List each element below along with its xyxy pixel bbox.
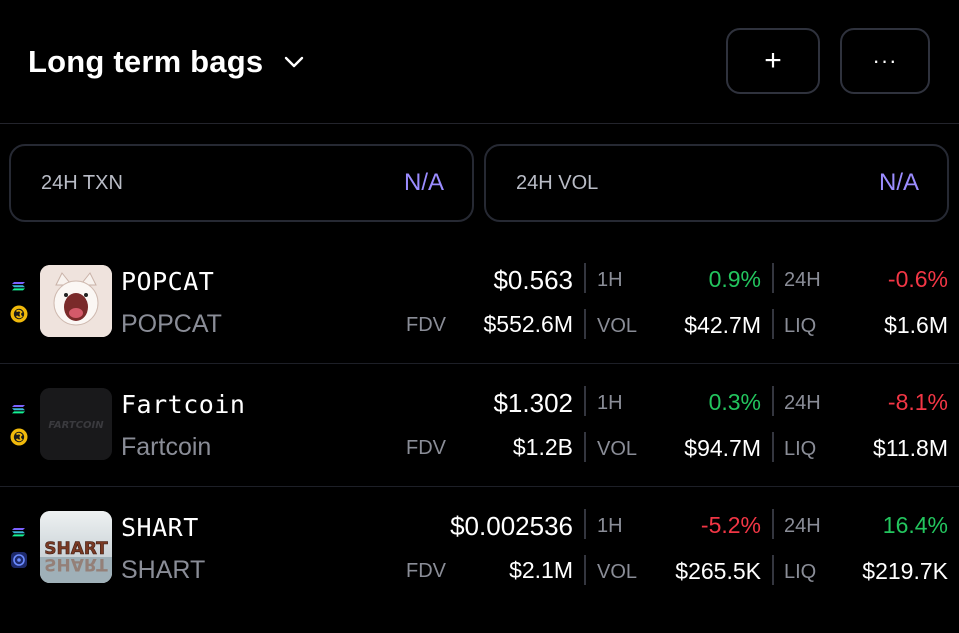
token-name: SHART bbox=[121, 556, 206, 584]
divider bbox=[772, 432, 774, 462]
stat-card-24h-vol: 24H VOL N/A bbox=[484, 144, 949, 222]
change-1h: 0.9% bbox=[708, 266, 761, 292]
stat-label: 24H TXN bbox=[41, 171, 123, 194]
chevron-down-icon bbox=[285, 56, 304, 68]
change-24h: -0.6% bbox=[887, 266, 948, 292]
popcat-logo bbox=[40, 265, 112, 337]
24h-label: 24H bbox=[784, 515, 821, 537]
more-options-button[interactable]: ··· bbox=[840, 28, 930, 94]
fdv-label: FDV bbox=[406, 560, 446, 582]
raydium-icon bbox=[10, 428, 28, 446]
divider bbox=[584, 555, 586, 585]
vol-label: VOL bbox=[597, 561, 638, 583]
svg-text:FARTCOIN: FARTCOIN bbox=[48, 420, 104, 431]
token-price: $0.563 bbox=[493, 265, 573, 295]
add-button[interactable]: + bbox=[726, 28, 820, 94]
volume: $42.7M bbox=[684, 312, 761, 338]
volume: $94.7M bbox=[684, 435, 761, 461]
token-name: POPCAT bbox=[121, 310, 222, 338]
raydium-icon bbox=[10, 305, 28, 323]
divider bbox=[584, 509, 586, 539]
change-1h: 0.3% bbox=[708, 389, 761, 415]
divider bbox=[584, 309, 586, 339]
stat-value: N/A bbox=[878, 169, 919, 196]
shart-logo: SHART SHART bbox=[40, 511, 112, 583]
token-symbol: SHART bbox=[121, 513, 199, 542]
divider bbox=[772, 386, 774, 416]
shart-logo-icon: SHART SHART bbox=[40, 511, 112, 583]
pumpswap-icon bbox=[11, 552, 27, 568]
fartcoin-logo: FARTCOIN bbox=[40, 388, 112, 460]
divider bbox=[772, 309, 774, 339]
popcat-face-icon bbox=[40, 265, 112, 337]
fartcoin-logo-icon: FARTCOIN bbox=[40, 388, 112, 460]
watchlist-selector[interactable]: Long term bags bbox=[28, 44, 305, 80]
change-24h: 16.4% bbox=[882, 512, 948, 538]
liquidity: $11.8M bbox=[872, 435, 948, 461]
stat-value: N/A bbox=[403, 169, 444, 196]
solana-icon bbox=[12, 528, 25, 537]
divider bbox=[584, 432, 586, 462]
token-symbol: POPCAT bbox=[121, 267, 215, 296]
token-fdv: $1.2B bbox=[512, 434, 573, 460]
page-title: Long term bags bbox=[28, 44, 264, 79]
liq-label: LIQ bbox=[784, 561, 817, 583]
token-fdv: $2.1M bbox=[509, 557, 573, 583]
token-name: Fartcoin bbox=[121, 433, 212, 461]
token-price: $0.002536 bbox=[450, 511, 573, 541]
token-symbol: Fartcoin bbox=[121, 390, 246, 419]
1h-label: 1H bbox=[597, 269, 623, 291]
divider bbox=[772, 555, 774, 585]
divider bbox=[584, 386, 586, 416]
vol-label: VOL bbox=[597, 438, 638, 460]
token-row-shart[interactable]: SHART SHART SHART SHART FDV $0.002536 $2… bbox=[0, 487, 959, 610]
solana-icon bbox=[12, 405, 25, 414]
liq-label: LIQ bbox=[784, 315, 817, 337]
token-row-popcat[interactable]: POPCAT POPCAT FDV $0.563 $552.6M 1H VOL … bbox=[0, 241, 959, 364]
divider bbox=[772, 509, 774, 539]
ellipsis-icon: ··· bbox=[872, 48, 898, 73]
liquidity: $219.7K bbox=[862, 558, 948, 584]
plus-icon: + bbox=[764, 44, 782, 77]
divider bbox=[772, 263, 774, 293]
1h-label: 1H bbox=[597, 392, 623, 414]
liquidity: $1.6M bbox=[884, 312, 948, 338]
vol-label: VOL bbox=[597, 315, 638, 337]
liq-label: LIQ bbox=[784, 438, 817, 460]
change-24h: -8.1% bbox=[887, 389, 948, 415]
1h-label: 1H bbox=[597, 515, 623, 537]
divider bbox=[584, 263, 586, 293]
volume: $265.5K bbox=[675, 558, 761, 584]
svg-text:SHART: SHART bbox=[44, 554, 108, 574]
stat-label: 24H VOL bbox=[516, 171, 599, 194]
token-row-fartcoin[interactable]: FARTCOIN Fartcoin Fartcoin FDV $1.302 $1… bbox=[0, 364, 959, 487]
24h-label: 24H bbox=[784, 392, 821, 414]
solana-icon bbox=[12, 282, 25, 291]
stat-card-24h-txn: 24H TXN N/A bbox=[9, 144, 474, 222]
24h-label: 24H bbox=[784, 269, 821, 291]
token-fdv: $552.6M bbox=[483, 311, 573, 337]
token-price: $1.302 bbox=[493, 388, 573, 418]
fdv-label: FDV bbox=[406, 437, 446, 459]
header: Long term bags + ··· bbox=[0, 0, 959, 124]
fdv-label: FDV bbox=[406, 314, 446, 336]
change-1h: -5.2% bbox=[700, 512, 761, 538]
